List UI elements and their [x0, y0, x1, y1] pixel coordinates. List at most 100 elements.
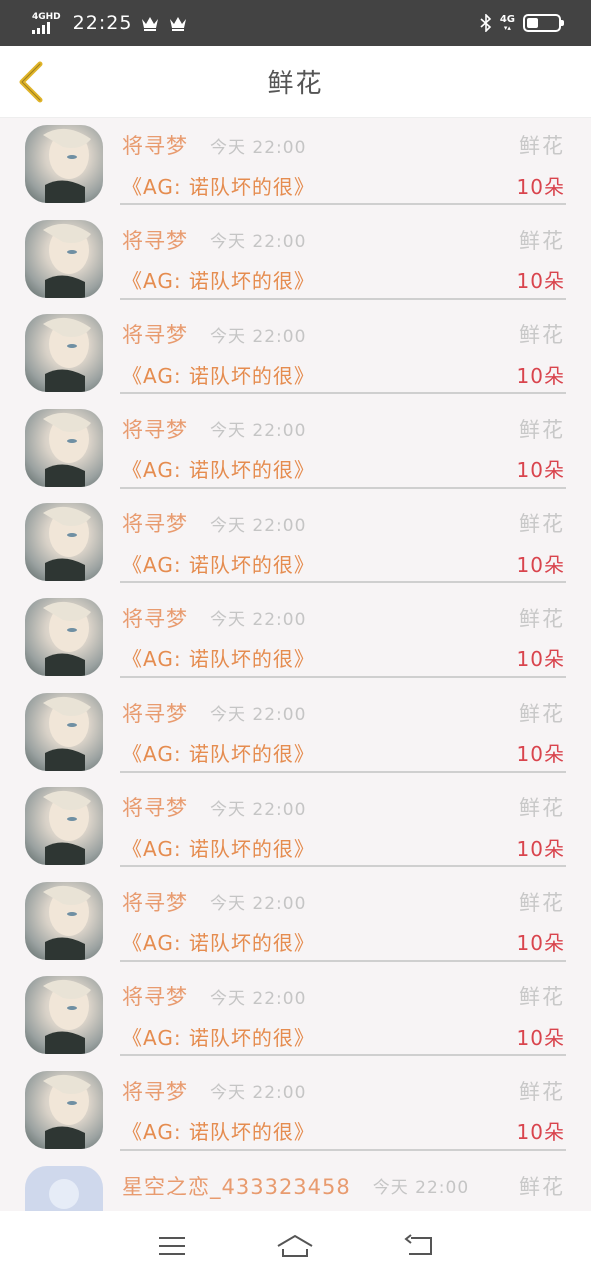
gift-count: 10朵	[516, 174, 565, 199]
timestamp: 今天 22:00	[210, 137, 307, 158]
gift-type: 鲜花	[519, 1079, 565, 1104]
return-button[interactable]	[397, 1224, 441, 1268]
username: 将寻梦	[122, 417, 188, 442]
timestamp: 今天 22:00	[210, 326, 307, 347]
status-right: 4G ▾▴	[480, 13, 564, 32]
gift-type: 鲜花	[519, 985, 565, 1010]
gift-type: 鲜花	[519, 701, 565, 726]
list-item[interactable]: 将寻梦 今天 22:00 鲜花 《AG: 诺队坏的很》 10朵	[0, 119, 591, 214]
avatar	[25, 503, 103, 582]
list-item[interactable]: 将寻梦 今天 22:00 鲜花 《AG: 诺队坏的很》 10朵	[0, 970, 591, 1065]
username: 将寻梦	[122, 512, 188, 537]
divider	[120, 959, 566, 962]
list-item[interactable]: 星空之恋_433323458 今天 22:00 鲜花	[0, 1160, 591, 1211]
list-item[interactable]: 将寻梦 今天 22:00 鲜花 《AG: 诺队坏的很》 10朵	[0, 876, 591, 971]
network-label: 4GHD	[32, 11, 61, 22]
divider	[120, 486, 566, 489]
gift-count: 10朵	[516, 269, 565, 294]
clock: 22:25	[72, 12, 133, 34]
avatar	[25, 219, 103, 298]
timestamp: 今天 22:00	[210, 232, 307, 253]
menu-button[interactable]	[150, 1224, 194, 1268]
timestamp: 今天 22:00	[210, 421, 307, 442]
gift-count: 10朵	[516, 363, 565, 388]
gift-type: 鲜花	[519, 417, 565, 442]
room-name: 《AG: 诺队坏的很》	[122, 552, 315, 577]
timestamp: 今天 22:00	[372, 1178, 470, 1199]
home-button[interactable]	[273, 1224, 317, 1268]
timestamp: 今天 22:00	[210, 515, 307, 536]
room-name: 《AG: 诺队坏的很》	[122, 1120, 315, 1145]
room-name: 《AG: 诺队坏的很》	[122, 1025, 315, 1050]
avatar	[25, 408, 103, 487]
username: 将寻梦	[122, 701, 188, 726]
gift-count: 10朵	[516, 458, 565, 483]
list-item[interactable]: 将寻梦 今天 22:00 鲜花 《AG: 诺队坏的很》 10朵	[0, 781, 591, 876]
room-name: 《AG: 诺队坏的很》	[122, 836, 315, 861]
gift-type: 鲜花	[519, 890, 565, 915]
divider	[120, 392, 566, 395]
avatar	[25, 692, 103, 771]
divider	[120, 1148, 566, 1151]
avatar	[25, 314, 103, 393]
avatar	[25, 1070, 103, 1149]
room-name: 《AG: 诺队坏的很》	[122, 742, 315, 767]
timestamp: 今天 22:00	[210, 894, 307, 915]
timestamp: 今天 22:00	[210, 988, 307, 1009]
timestamp: 今天 22:00	[210, 610, 307, 631]
gift-count: 10朵	[516, 931, 565, 956]
gift-type: 鲜花	[519, 1174, 565, 1199]
gift-count: 10朵	[516, 1025, 565, 1050]
list-item[interactable]: 将寻梦 今天 22:00 鲜花 《AG: 诺队坏的很》 10朵	[0, 592, 591, 687]
list-item[interactable]: 将寻梦 今天 22:00 鲜花 《AG: 诺队坏的很》 10朵	[0, 214, 591, 309]
username: 将寻梦	[122, 1079, 188, 1104]
back-button[interactable]	[14, 60, 48, 104]
username: 将寻梦	[122, 606, 188, 631]
divider	[120, 1054, 566, 1057]
network-4g-indicator: 4G ▾▴	[499, 13, 515, 32]
signal-indicator: 4GHD	[32, 11, 61, 34]
avatar	[25, 787, 103, 866]
status-left: 4GHD 22:25	[32, 12, 188, 34]
return-icon	[404, 1233, 433, 1255]
list-item[interactable]: 将寻梦 今天 22:00 鲜花 《AG: 诺队坏的很》 10朵	[0, 1065, 591, 1160]
gift-type: 鲜花	[519, 606, 565, 631]
gift-type: 鲜花	[519, 512, 565, 537]
gift-type: 鲜花	[519, 228, 565, 253]
room-name: 《AG: 诺队坏的很》	[122, 647, 315, 672]
crown-icon	[170, 17, 187, 31]
room-name: 《AG: 诺队坏的很》	[122, 269, 315, 294]
list-item[interactable]: 将寻梦 今天 22:00 鲜花 《AG: 诺队坏的很》 10朵	[0, 687, 591, 782]
username: 将寻梦	[122, 134, 188, 158]
divider	[120, 675, 566, 678]
room-name: 《AG: 诺队坏的很》	[122, 174, 315, 199]
room-name: 《AG: 诺队坏的很》	[122, 458, 315, 483]
gift-count: 10朵	[516, 742, 565, 767]
avatar	[25, 1165, 103, 1211]
signal-bars-icon	[32, 21, 61, 34]
timestamp: 今天 22:00	[210, 799, 307, 820]
divider	[120, 203, 566, 205]
gift-count: 10朵	[516, 552, 565, 577]
chevron-left-icon	[19, 61, 43, 103]
bluetooth-icon	[480, 14, 491, 32]
list-item[interactable]: 将寻梦 今天 22:00 鲜花 《AG: 诺队坏的很》 10朵	[0, 403, 591, 498]
room-name: 《AG: 诺队坏的很》	[122, 931, 315, 956]
gift-type: 鲜花	[519, 134, 565, 158]
list-item[interactable]: 将寻梦 今天 22:00 鲜花 《AG: 诺队坏的很》 10朵	[0, 308, 591, 403]
crown-icon	[142, 17, 159, 31]
gift-type: 鲜花	[519, 323, 565, 348]
divider	[120, 865, 566, 868]
username: 将寻梦	[122, 890, 188, 915]
username: 将寻梦	[122, 796, 188, 821]
list-item[interactable]: 将寻梦 今天 22:00 鲜花 《AG: 诺队坏的很》 10朵	[0, 497, 591, 592]
room-name: 《AG: 诺队坏的很》	[122, 363, 315, 388]
gift-record-list[interactable]: 将寻梦 今天 22:00 鲜花 《AG: 诺队坏的很》 10朵 将寻梦 今天 2…	[0, 119, 591, 1211]
avatar	[25, 881, 103, 960]
gift-count: 10朵	[516, 1120, 565, 1145]
gift-count: 10朵	[516, 836, 565, 861]
menu-icon	[158, 1236, 185, 1255]
home-icon	[277, 1234, 313, 1257]
network-4g-label: 4G	[499, 13, 515, 25]
username: 将寻梦	[122, 323, 188, 348]
